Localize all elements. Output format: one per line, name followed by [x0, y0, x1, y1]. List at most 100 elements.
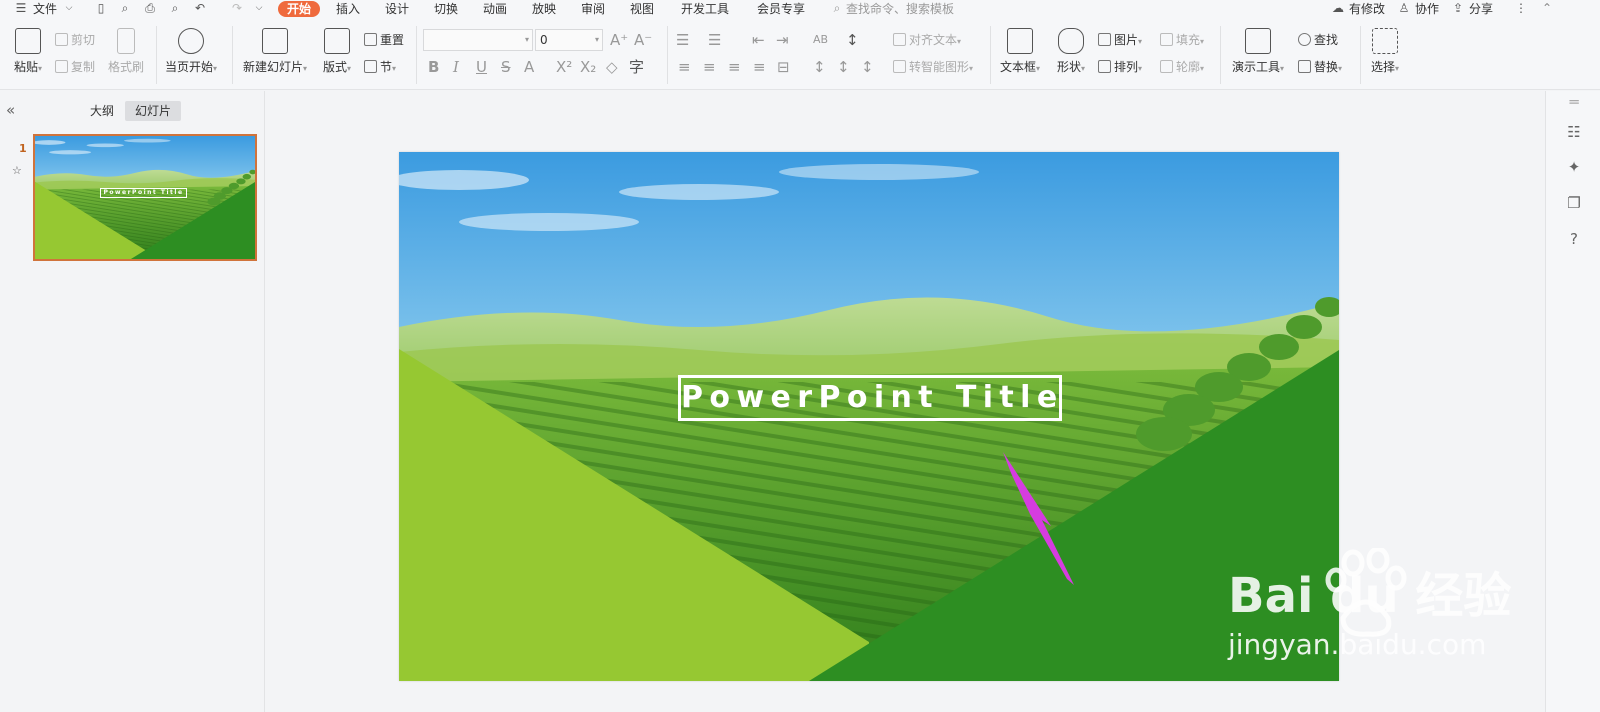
increase-indent-icon[interactable]: ⇥ — [776, 32, 789, 48]
hamburger-icon[interactable]: ☰ — [14, 1, 28, 15]
distribute-icon[interactable]: ⊟ — [777, 59, 790, 75]
section-button[interactable]: 节▾ — [364, 58, 396, 75]
tab-developer[interactable]: 开发工具 — [681, 1, 729, 17]
tab-outline[interactable]: 大纲 — [80, 101, 124, 121]
collaborate-button[interactable]: 协作 — [1415, 1, 1439, 17]
save-icon[interactable]: ▯ — [94, 1, 108, 15]
font-color-icon[interactable]: A — [524, 59, 534, 75]
align-center-icon[interactable]: ≡ — [703, 59, 716, 75]
phonetic-icon[interactable]: 字 — [629, 59, 644, 75]
align-left-icon[interactable]: ≡ — [678, 59, 691, 75]
more-icon[interactable]: ⋮ — [1514, 1, 1528, 15]
tab-slideshow[interactable]: 放映 — [532, 1, 556, 17]
text-box-button[interactable]: 文本框▾ — [998, 28, 1042, 75]
scissors-icon — [55, 33, 68, 46]
layout-icon — [324, 28, 350, 54]
line-spacing-icon[interactable]: ↕ — [846, 32, 859, 48]
select-button[interactable]: 选择▾ — [1368, 28, 1402, 75]
slide-thumbnail[interactable]: PowerPoint Title — [33, 134, 257, 261]
undo-icon[interactable]: ↶ — [193, 1, 207, 15]
monitor-icon — [1245, 28, 1271, 54]
format-painter-button[interactable]: 格式刷 — [106, 28, 146, 75]
italic-icon[interactable]: I — [453, 59, 459, 75]
decrease-indent-icon[interactable]: ⇤ — [752, 32, 765, 48]
command-search-input[interactable]: 查找命令、搜索模板 — [846, 1, 954, 17]
collapse-ribbon-icon[interactable]: ⌃ — [1540, 1, 1554, 15]
tab-review[interactable]: 审阅 — [581, 1, 605, 17]
numbering-icon[interactable]: ☰ — [708, 32, 721, 48]
redo-icon[interactable]: ↷ — [230, 1, 244, 15]
print-preview-icon[interactable]: ⌕ — [168, 1, 182, 15]
format-brush-icon[interactable]: ⌕ — [118, 1, 132, 15]
decrease-font-icon[interactable]: A⁻ — [634, 32, 652, 48]
cut-button[interactable]: 剪切 — [55, 31, 95, 48]
copy-icon — [55, 60, 68, 73]
search-icon: ⌕ — [833, 1, 841, 15]
share-icon: ⇪ — [1452, 1, 1464, 15]
reset-button[interactable]: 重置 — [364, 31, 404, 48]
slide-layout-icon[interactable]: ❐ — [1565, 194, 1583, 212]
shape-icon — [1058, 28, 1084, 54]
menu-file[interactable]: 文件 — [33, 1, 57, 17]
tab-transition[interactable]: 切换 — [434, 1, 458, 17]
align-text-button[interactable]: 对齐文本▾ — [893, 31, 961, 48]
new-slide-button[interactable]: 新建幻灯片▾ — [240, 28, 310, 75]
convert-smartart-button[interactable]: 转智能图形▾ — [893, 58, 973, 75]
play-icon — [178, 28, 204, 54]
arrange-button[interactable]: 排列▾ — [1098, 58, 1142, 75]
tab-design[interactable]: 设计 — [385, 1, 409, 17]
bold-icon[interactable]: B — [428, 59, 439, 75]
tab-insert[interactable]: 插入 — [336, 1, 360, 17]
superscript-icon[interactable]: X² — [556, 59, 572, 75]
user-icon: ♙ — [1398, 1, 1410, 15]
paragraph-spacing-icon[interactable]: ↕ — [837, 59, 850, 75]
properties-icon[interactable]: ☷ — [1565, 123, 1583, 141]
tab-animation[interactable]: 动画 — [483, 1, 507, 17]
start-from-current-button[interactable]: 当页开始▾ — [163, 28, 219, 75]
tab-home[interactable]: 开始 — [278, 1, 321, 17]
paste-button[interactable]: 粘贴▾ — [10, 28, 46, 75]
strikethrough-icon[interactable]: S — [501, 59, 511, 75]
clear-format-icon[interactable]: ◇ — [606, 59, 618, 75]
fill-button[interactable]: 填充▾ — [1160, 31, 1204, 48]
customize-chevron-icon[interactable]: ⌵ — [252, 1, 266, 15]
collapse-panel-icon[interactable]: « — [6, 101, 15, 119]
text-direction-icon[interactable]: AB — [813, 32, 828, 48]
column-spacing-icon[interactable]: ↕ — [813, 59, 826, 75]
replace-button[interactable]: 替换▾ — [1298, 58, 1342, 75]
animation-star-icon: ☆ — [12, 164, 22, 177]
picture-button[interactable]: 图片▾ — [1098, 31, 1142, 48]
drag-handle-icon[interactable]: ═ — [1565, 93, 1583, 111]
slide[interactable]: PowerPoint Title — [399, 152, 1339, 681]
shape-button[interactable]: 形状▾ — [1054, 28, 1088, 75]
align-right-icon[interactable]: ≡ — [728, 59, 741, 75]
picture-icon — [1098, 33, 1111, 46]
subscript-icon[interactable]: X₂ — [580, 59, 596, 75]
find-button[interactable]: 查找 — [1298, 31, 1338, 48]
increase-font-icon[interactable]: A⁺ — [610, 32, 628, 48]
chevron-down-icon[interactable]: ⌵ — [62, 1, 76, 15]
animation-pin-icon[interactable]: ✦ — [1565, 158, 1583, 176]
share-button[interactable]: 分享 — [1469, 1, 1493, 17]
reset-icon — [364, 33, 377, 46]
smartart-icon — [893, 60, 906, 73]
copy-button[interactable]: 复制 — [55, 58, 95, 75]
tab-slides[interactable]: 幻灯片 — [125, 101, 182, 121]
slide-number: 1 — [19, 142, 27, 155]
modified-status[interactable]: 有修改 — [1349, 1, 1385, 17]
layout-button[interactable]: 版式▾ — [320, 28, 354, 75]
paragraph-settings-icon[interactable]: ↕ — [861, 59, 874, 75]
underline-icon[interactable]: U — [476, 59, 487, 75]
bullets-icon[interactable]: ☰ — [676, 32, 689, 48]
layers-icon — [1098, 60, 1111, 73]
presentation-tools-button[interactable]: 演示工具▾ — [1229, 28, 1287, 75]
print-icon[interactable]: ⎙ — [143, 1, 157, 15]
help-icon[interactable]: ? — [1565, 230, 1583, 248]
tab-view[interactable]: 视图 — [630, 1, 654, 17]
tab-member[interactable]: 会员专享 — [757, 1, 805, 17]
font-family-select[interactable]: ▾ — [423, 29, 533, 51]
section-icon — [364, 60, 377, 73]
font-size-select[interactable]: 0 ▾ — [535, 29, 603, 51]
outline-button[interactable]: 轮廓▾ — [1160, 58, 1204, 75]
justify-icon[interactable]: ≡ — [753, 59, 766, 75]
